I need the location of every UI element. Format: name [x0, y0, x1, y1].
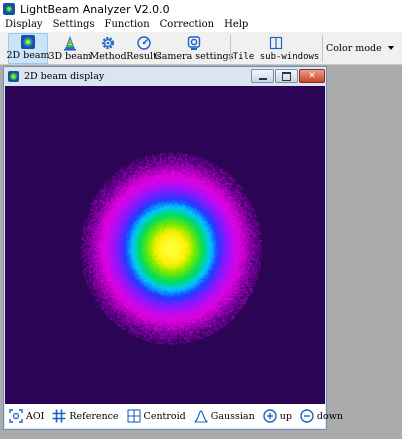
zoom-down-label: down	[316, 410, 343, 422]
menu-bar: Display Settings Function Correction Hel…	[0, 18, 402, 32]
chevron-down-icon	[387, 46, 394, 50]
gaussian-curve-icon	[194, 409, 208, 423]
beam3d-button[interactable]: 3D beam	[48, 33, 92, 64]
app-icon	[3, 3, 15, 15]
menu-help[interactable]: Help	[219, 18, 248, 32]
close-button[interactable]: ✕	[299, 69, 325, 83]
toolbar: 2D beam 3D beam Method Results Camera se…	[0, 32, 402, 65]
gaussian-button[interactable]: Gaussian	[194, 409, 255, 423]
method-label: Method	[89, 51, 127, 62]
minimize-button[interactable]	[251, 69, 274, 83]
menu-correction[interactable]: Correction	[155, 18, 214, 32]
gaussian-label: Gaussian	[210, 410, 255, 422]
menu-function[interactable]: Function	[100, 18, 150, 32]
bottom-toolbar: AOI Reference Centroid Gaussian up down	[5, 404, 343, 428]
maximize-button[interactable]	[275, 69, 298, 83]
beam3d-label: 3D beam	[48, 51, 92, 62]
camera-icon	[186, 34, 202, 51]
aoi-button[interactable]: AOI	[9, 409, 44, 423]
beam3d-icon	[62, 34, 78, 51]
tile-subwindows-button[interactable]: Tile sub-windows	[232, 33, 320, 64]
subwindow-title-bar[interactable]: 2D beam display ✕	[4, 67, 326, 86]
beam-display-icon	[8, 71, 19, 82]
gauge-icon	[136, 34, 152, 51]
centroid-label: Centroid	[143, 410, 186, 422]
aoi-label: AOI	[26, 410, 45, 422]
tile-icon	[269, 34, 283, 51]
menu-display[interactable]: Display	[0, 18, 43, 32]
beam2d-label: 2D beam	[6, 50, 50, 61]
reference-label: Reference	[69, 410, 119, 422]
beam2d-icon	[20, 34, 36, 50]
app-window: LightBeam Analyzer V2.0.0 Display Settin…	[0, 0, 402, 439]
centroid-button[interactable]: Centroid	[126, 409, 186, 423]
crosshair-icon	[126, 409, 141, 423]
zoom-out-icon	[300, 409, 314, 423]
beam2d-button[interactable]: 2D beam	[6, 33, 50, 64]
tile-subwindows-label: Tile sub-windows	[232, 52, 320, 62]
method-button[interactable]: Method	[89, 33, 127, 64]
subwindow-title: 2D beam display	[24, 71, 105, 82]
app-title: LightBeam Analyzer V2.0.0	[20, 2, 170, 16]
beam-image[interactable]	[5, 86, 325, 404]
zoom-down-button[interactable]: down	[300, 409, 343, 423]
zoom-up-label: up	[279, 410, 292, 422]
color-mode-dropdown[interactable]: Color mode	[326, 41, 394, 55]
zoom-up-button[interactable]: up	[263, 409, 292, 423]
toolbar-separator	[230, 35, 231, 62]
beam-display-window: 2D beam display ✕ AOI Reference Centroid…	[3, 66, 343, 430]
reference-button[interactable]: Reference	[52, 409, 119, 423]
title-bar: LightBeam Analyzer V2.0.0	[0, 0, 402, 18]
grid-icon	[52, 409, 66, 423]
aoi-icon	[9, 409, 23, 423]
camera-settings-button[interactable]: Camera settings	[154, 33, 234, 64]
color-mode-label: Color mode	[326, 42, 382, 54]
menu-settings[interactable]: Settings	[48, 18, 95, 32]
zoom-in-icon	[263, 409, 277, 423]
gear-icon	[100, 34, 116, 51]
beam-profile-canvas[interactable]	[5, 86, 325, 404]
toolbar-separator	[322, 35, 323, 62]
camera-settings-label: Camera settings	[154, 51, 234, 62]
